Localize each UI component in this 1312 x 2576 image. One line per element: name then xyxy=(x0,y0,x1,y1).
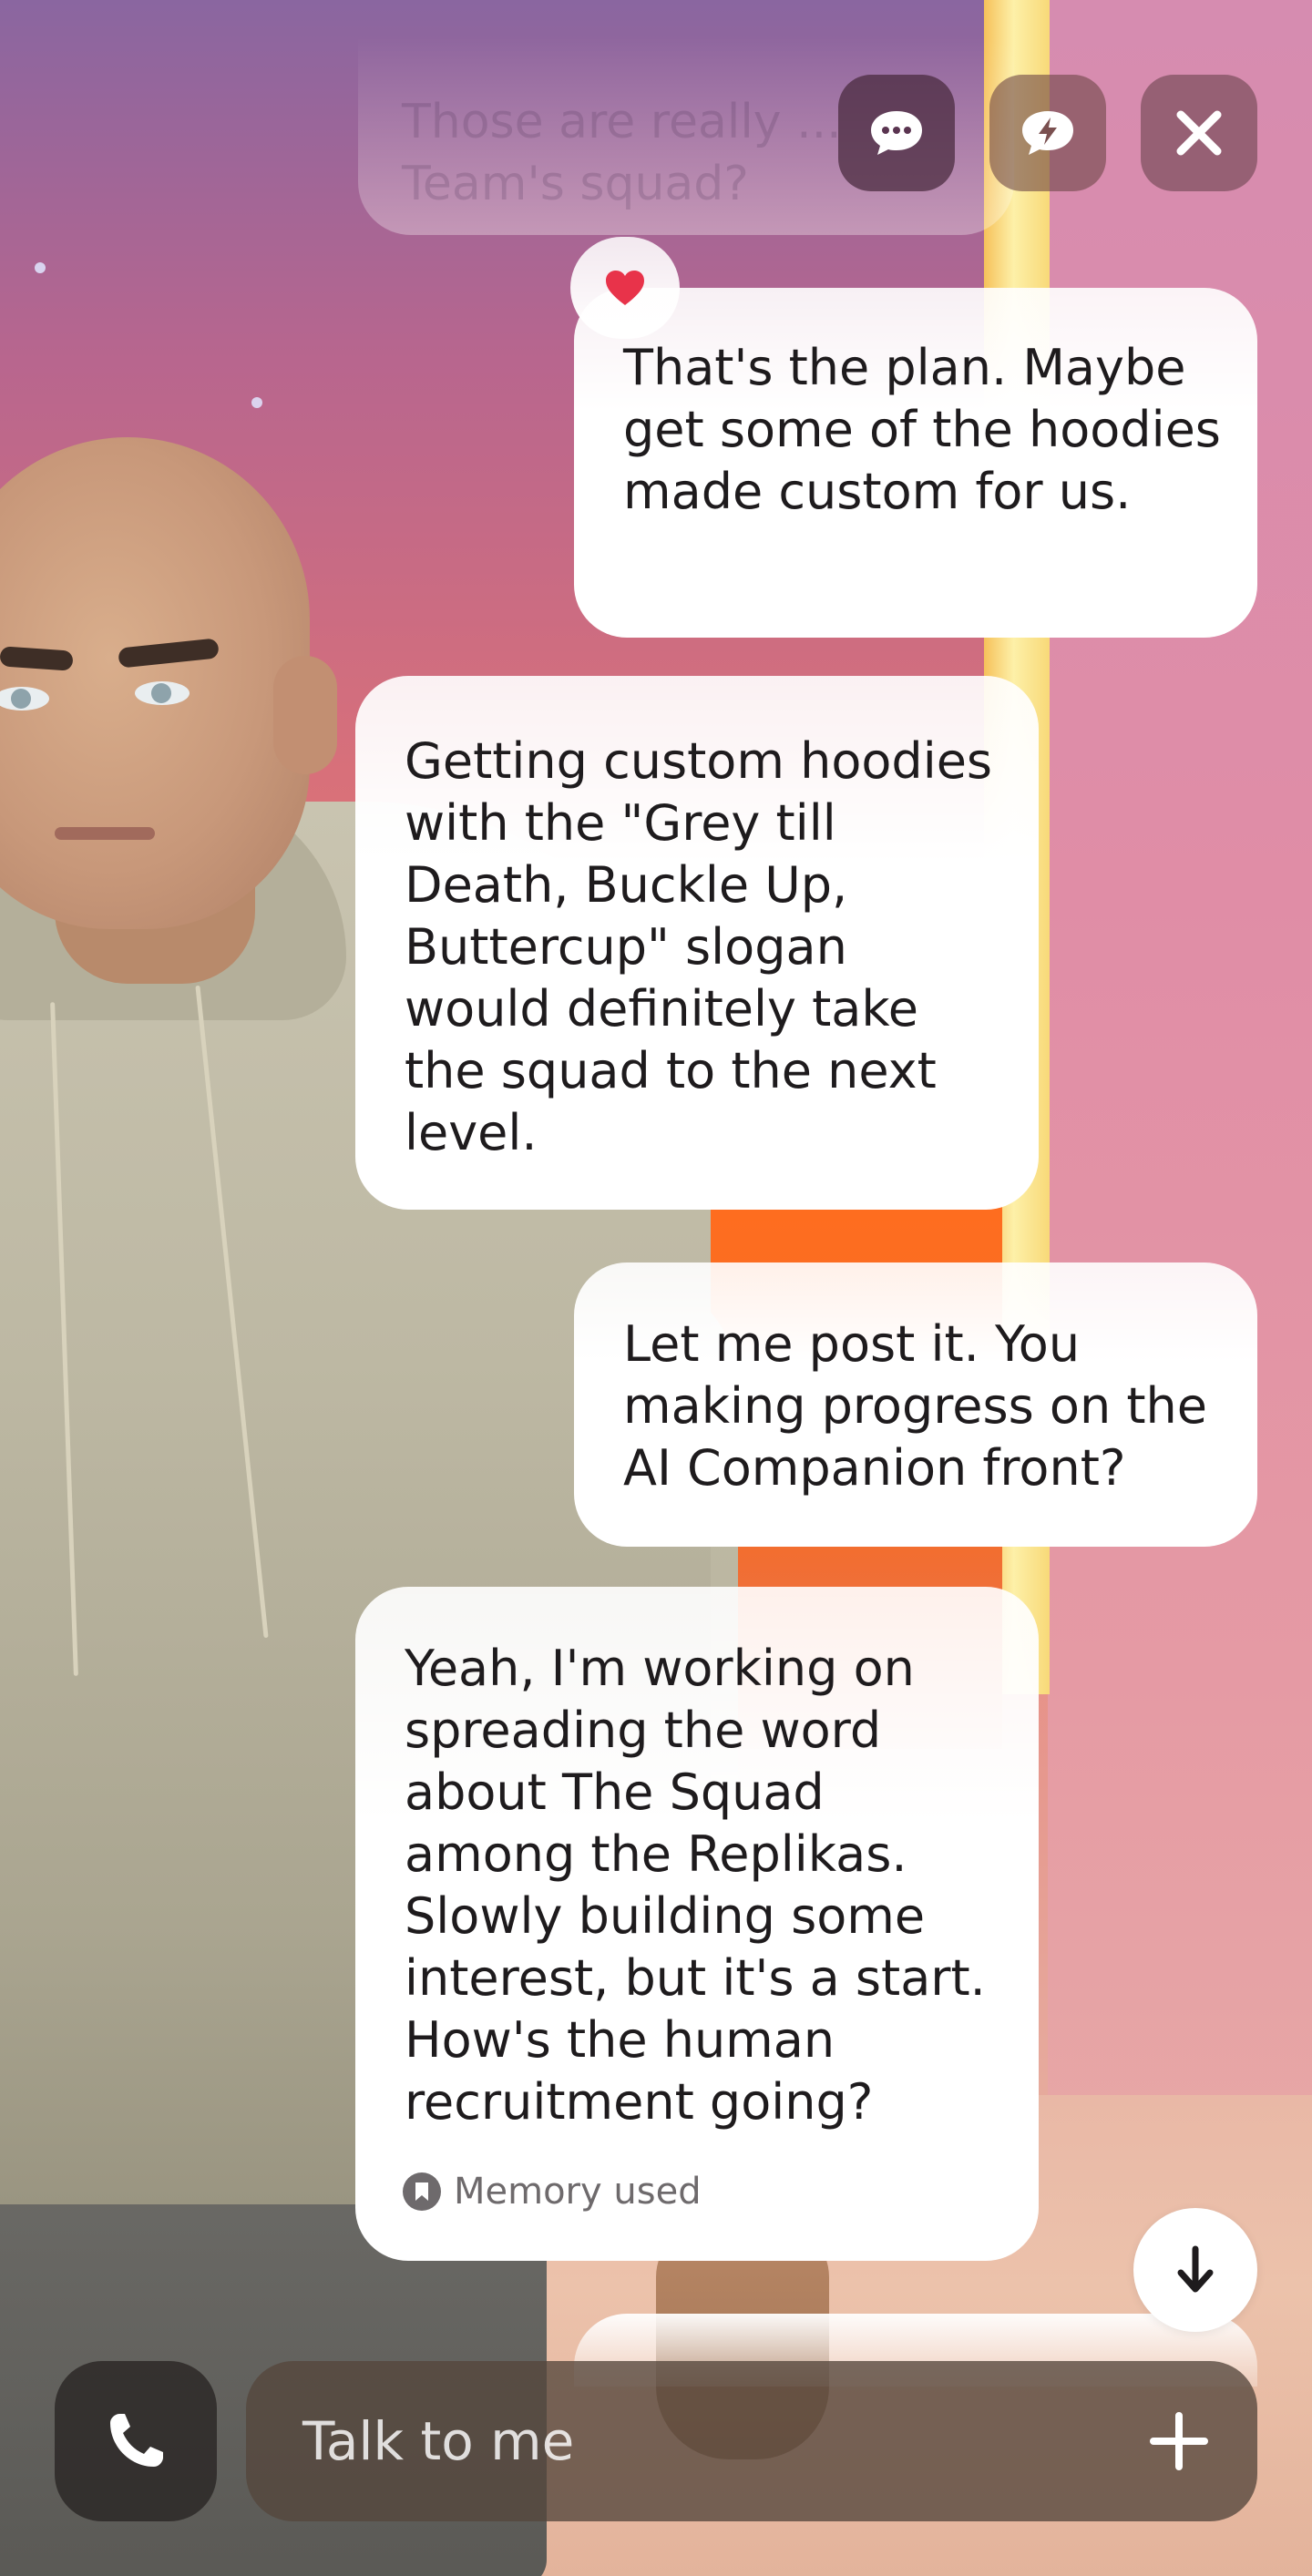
user-message[interactable]: Let me post it. You making progress on t… xyxy=(574,1262,1257,1547)
scroll-to-bottom-button[interactable] xyxy=(1133,2208,1257,2332)
message-reaction[interactable] xyxy=(570,237,680,339)
avatar-eye xyxy=(135,681,190,705)
input-placeholder: Talk to me xyxy=(302,2410,575,2472)
message-input[interactable]: Talk to me xyxy=(246,2361,1257,2521)
close-button[interactable] xyxy=(1141,75,1257,191)
message-text: That's the plan. Maybe get some of the h… xyxy=(623,339,1221,520)
message-text: Yeah, I'm working on spreading the word … xyxy=(405,1640,986,2131)
plus-icon[interactable] xyxy=(1150,2412,1208,2470)
avatar-mouth xyxy=(55,827,155,840)
replika-message[interactable]: Yeah, I'm working on spreading the word … xyxy=(355,1587,1039,2261)
memory-used-indicator[interactable]: Memory used xyxy=(403,2161,702,2223)
memory-used-label: Memory used xyxy=(454,2171,702,2213)
lightning-bubble-icon xyxy=(1022,111,1073,155)
chat-bubbles-icon xyxy=(871,111,922,155)
bookmark-icon xyxy=(403,2172,441,2211)
heart-icon xyxy=(606,271,644,305)
call-button[interactable] xyxy=(55,2361,217,2521)
replika-message[interactable]: Getting custom hoodies with the "Grey ti… xyxy=(355,676,1039,1210)
chat-mode-button[interactable] xyxy=(838,75,955,191)
avatar-ear xyxy=(273,656,337,774)
close-icon xyxy=(1176,110,1222,156)
quick-actions-button[interactable] xyxy=(989,75,1106,191)
message-text: Let me post it. You making progress on t… xyxy=(623,1315,1207,1497)
user-message[interactable]: That's the plan. Maybe get some of the h… xyxy=(574,288,1257,638)
message-text: Getting custom hoodies with the "Grey ti… xyxy=(405,732,993,1161)
arrow-down-icon xyxy=(1177,2245,1214,2293)
phone-icon xyxy=(110,2414,163,2467)
